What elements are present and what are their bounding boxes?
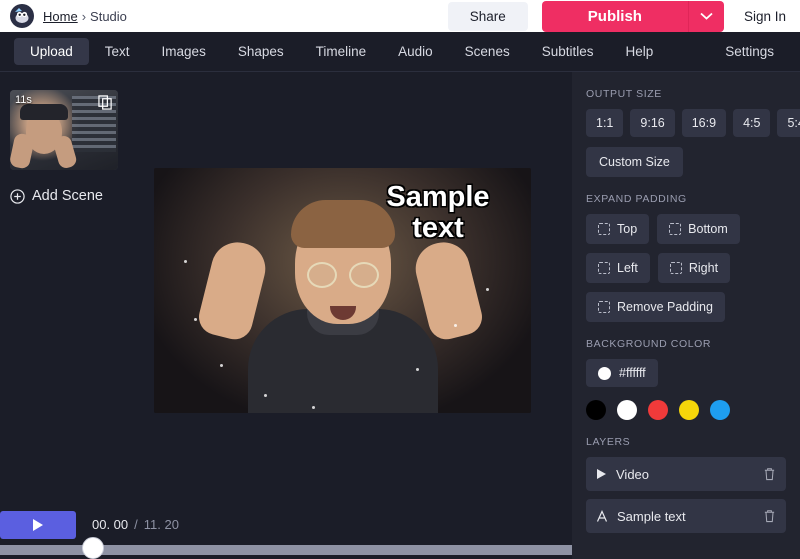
scene-duration-label: 11s [15,94,32,106]
breadcrumb-current: Studio [90,8,127,24]
publish-dropdown-button[interactable] [687,0,724,32]
padding-bottom-button[interactable]: Bottom [657,214,740,244]
padding-row-1: Top Bottom [586,214,786,244]
aspect-ratio-row: 1:1 9:16 16:9 4:5 5:4 [586,109,800,137]
scene-thumbnail[interactable]: 11s [10,90,118,170]
remove-padding-icon [598,301,610,313]
padding-left-button[interactable]: Left [586,253,650,283]
tab-scenes[interactable]: Scenes [449,38,526,65]
layer-name-video: Video [616,466,650,482]
share-button[interactable]: Share [447,1,528,31]
palette-swatch-black[interactable] [586,400,606,420]
scene-subject-hat [20,104,68,120]
output-size-heading: OUTPUT SIZE [586,88,662,100]
trash-icon[interactable] [763,467,776,481]
player-bar: 00. 00 / 11. 20 [0,507,572,559]
layers-heading: LAYERS [586,436,631,448]
tab-audio[interactable]: Audio [382,38,449,65]
main-nav: Upload Text Images Shapes Timeline Audio… [0,32,800,72]
custom-size-button[interactable]: Custom Size [586,147,683,177]
timeline-scrubber[interactable] [82,537,104,559]
tab-subtitles[interactable]: Subtitles [526,38,610,65]
padding-row-2: Left Right [586,253,786,283]
padding-right-button[interactable]: Right [657,253,731,283]
tab-images[interactable]: Images [146,38,222,65]
tab-settings[interactable]: Settings [709,38,790,65]
plus-circle-icon [10,188,25,204]
palette-swatch-red[interactable] [648,400,668,420]
properties-panel: OUTPUT SIZE 1:1 9:16 16:9 4:5 5:4 Custom… [572,72,800,559]
breadcrumb: Home › Studio [43,9,127,24]
palette-swatch-white[interactable] [617,400,637,420]
palette-swatch-yellow[interactable] [679,400,699,420]
studio-logo-icon [10,4,34,28]
breadcrumb-separator: › [81,8,87,24]
padding-right-label: Right [688,261,719,275]
background-color-button[interactable]: #ffffff [586,359,658,387]
main-area: 11s Add Scene Sample text OUTPUT SIZE 1:… [0,72,800,559]
layer-item-sample-text[interactable]: Sample text [586,499,786,533]
scenes-panel: 11s Add Scene [0,72,130,559]
play-button[interactable] [0,511,76,539]
canvas-area: Sample text [130,72,572,559]
layer-name-sample-text: Sample text [617,508,686,524]
time-display: 00. 00 / 11. 20 [92,517,179,532]
canvas-text-overlay[interactable]: Sample text [363,181,513,245]
padding-top-icon [598,223,610,235]
play-icon [33,519,43,531]
color-palette [586,400,786,420]
padding-top-button[interactable]: Top [586,214,650,244]
tab-text[interactable]: Text [89,38,146,65]
publish-button-group: Publish [541,0,724,32]
padding-top-label: Top [617,222,638,236]
ratio-1-1-button[interactable]: 1:1 [586,109,624,137]
tab-shapes[interactable]: Shapes [222,38,300,65]
trash-icon[interactable] [763,509,776,523]
add-scene-label: Add Scene [32,188,103,204]
padding-bottom-icon [669,223,682,235]
padding-left-label: Left [617,261,638,275]
video-preview[interactable]: Sample text [154,168,531,413]
ratio-5-4-button[interactable]: 5:4 [777,109,800,137]
padding-left-icon [598,262,610,274]
tab-upload[interactable]: Upload [14,38,89,65]
tab-help[interactable]: Help [609,38,669,65]
background-color-heading: BACKGROUND COLOR [586,338,712,350]
duplicate-icon[interactable] [98,95,113,110]
background-color-value: #ffffff [619,366,646,380]
breadcrumb-home-link[interactable]: Home [43,9,78,24]
time-separator: / [134,517,138,532]
sign-in-link[interactable]: Sign In [744,9,786,24]
background-color-dot [598,366,611,380]
top-bar-actions: Share Publish Sign In [447,0,786,32]
palette-swatch-blue[interactable] [710,400,730,420]
text-a-icon [596,509,608,522]
total-time: 11. 20 [143,517,179,532]
top-bar: Home › Studio Share Publish Sign In [0,0,800,32]
add-scene-button[interactable]: Add Scene [10,188,130,204]
remove-padding-label: Remove Padding [617,300,713,314]
tab-timeline[interactable]: Timeline [300,38,383,65]
current-time: 00. 00 [92,517,129,532]
chevron-down-icon [700,12,713,20]
padding-bottom-label: Bottom [688,222,728,236]
padding-row-3: Remove Padding [586,292,786,322]
publish-button[interactable]: Publish [541,0,688,32]
remove-padding-button[interactable]: Remove Padding [586,292,725,322]
expand-padding-heading: EXPAND PADDING [586,193,687,205]
layer-item-video[interactable]: Video [586,457,786,491]
ratio-16-9-button[interactable]: 16:9 [681,109,727,137]
play-triangle-icon [597,469,606,479]
subject-glasses-left [306,262,337,288]
padding-right-icon [669,262,682,274]
ratio-9-16-button[interactable]: 9:16 [630,109,675,137]
subject-glasses-right [348,262,379,288]
ratio-4-5-button[interactable]: 4:5 [733,109,771,137]
